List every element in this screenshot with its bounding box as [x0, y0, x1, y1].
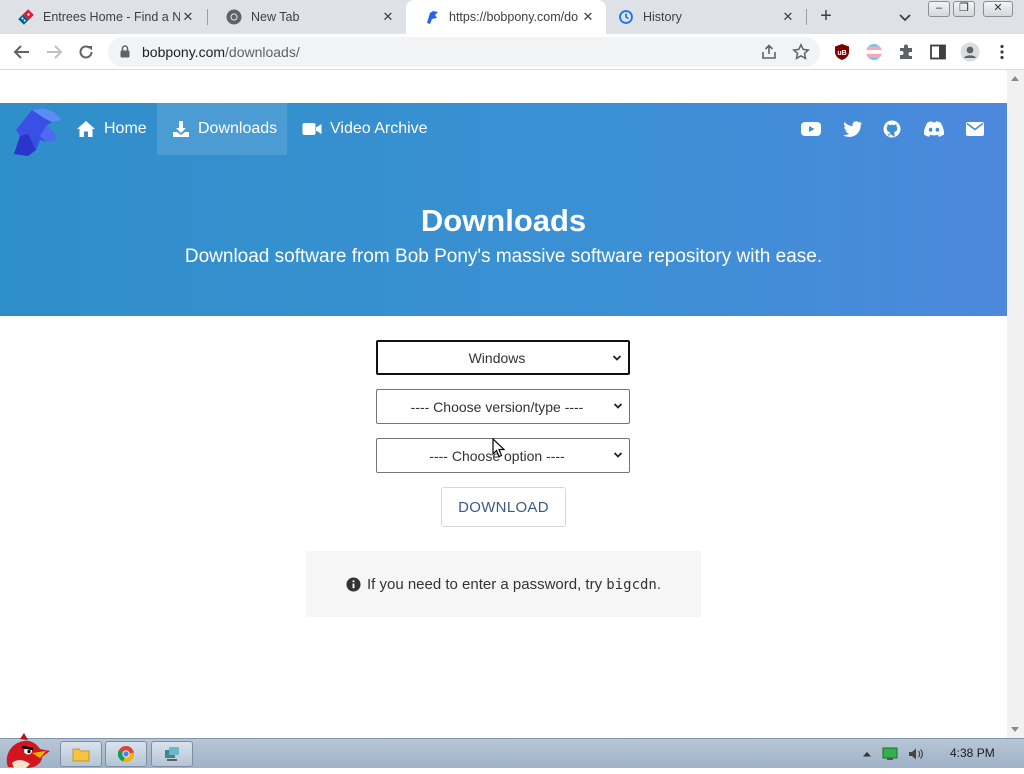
nav-video-archive[interactable]: Video Archive	[290, 103, 440, 155]
share-icon[interactable]	[760, 43, 778, 66]
extensions-puzzle-icon[interactable]	[896, 42, 916, 62]
tab-history[interactable]: History ✕	[600, 0, 806, 34]
url-text: bobpony.com/downloads/	[142, 44, 300, 60]
ublock-extension-icon[interactable]: uB	[832, 42, 852, 62]
volume-icon[interactable]	[908, 747, 924, 761]
bobpony-icon	[424, 9, 440, 25]
chrome-icon	[117, 746, 135, 762]
tab-title: History	[643, 10, 682, 24]
hero-banner: Home Downloads Video Archive Downloads D…	[0, 103, 1007, 316]
side-panel-icon[interactable]	[928, 42, 948, 62]
twitter-icon[interactable]	[841, 119, 863, 139]
angry-bird-icon	[6, 733, 50, 768]
dominos-icon	[18, 9, 34, 25]
tab-title: https://bobpony.com/do	[449, 10, 579, 24]
discord-icon[interactable]	[922, 119, 946, 139]
os-taskbar: 4:38 PM	[0, 733, 1024, 769]
taskbar-app-button[interactable]	[151, 741, 193, 767]
taskbar-clock[interactable]: 4:38 PM	[950, 746, 995, 760]
github-icon[interactable]	[881, 119, 903, 139]
tab-bobpony[interactable]: https://bobpony.com/do ✕	[406, 0, 606, 34]
home-icon	[77, 121, 95, 137]
new-tab-button[interactable]: +	[815, 6, 837, 28]
tab-title: Entrees Home - Find a Ne	[43, 10, 180, 24]
tab-search-chevron-icon[interactable]	[895, 7, 915, 27]
start-button[interactable]	[2, 731, 52, 769]
lock-icon[interactable]	[120, 45, 130, 63]
download-button[interactable]: DOWNLOAD	[441, 487, 566, 527]
close-tab-icon[interactable]: ✕	[380, 9, 396, 25]
close-tab-icon[interactable]: ✕	[180, 9, 196, 25]
address-bar[interactable]: bobpony.com/downloads/	[108, 37, 820, 67]
nav-home-label: Home	[104, 120, 147, 137]
password-code: bigcdn	[606, 576, 657, 593]
info-icon	[346, 576, 361, 592]
chevron-down-icon	[613, 403, 623, 409]
nav-downloads-label: Downloads	[198, 120, 278, 137]
tab-new-tab[interactable]: New Tab ✕	[208, 0, 406, 34]
bookmark-star-icon[interactable]	[792, 43, 810, 66]
youtube-icon[interactable]	[800, 119, 822, 139]
system-tray	[862, 739, 924, 769]
password-notice: If you need to enter a password, try big…	[306, 551, 701, 617]
chevron-down-icon	[613, 452, 623, 458]
tab-separator	[806, 9, 807, 25]
network-app-icon	[165, 747, 179, 761]
download-icon	[173, 121, 189, 137]
close-tab-icon[interactable]: ✕	[580, 9, 596, 25]
nav-downloads[interactable]: Downloads	[157, 103, 287, 155]
notice-text: If you need to enter a password, try	[366, 575, 603, 593]
version-select-value: ---- Choose version/type ----	[410, 398, 584, 415]
svg-text:uB: uB	[837, 50, 846, 57]
show-hidden-icons-icon[interactable]	[862, 750, 872, 758]
chevron-down-icon	[612, 355, 622, 361]
folder-icon	[72, 748, 90, 762]
close-window-button[interactable]: ✕	[983, 1, 1013, 17]
page-subtitle: Download software from Bob Pony's massiv…	[184, 246, 823, 267]
close-tab-icon[interactable]: ✕	[780, 9, 796, 25]
bobpony-logo[interactable]	[10, 106, 64, 158]
tab-entrees-home[interactable]: Entrees Home - Find a Ne ✕	[0, 0, 206, 34]
os-select-value: Windows	[468, 349, 526, 366]
taskbar-explorer-button[interactable]	[60, 741, 102, 767]
web-page: Home Downloads Video Archive Downloads D…	[0, 70, 1007, 738]
video-icon	[302, 123, 322, 135]
page-scrollbar[interactable]	[1007, 70, 1024, 738]
browser-tab-strip: Entrees Home - Find a Ne ✕ New Tab ✕ htt…	[0, 0, 1024, 34]
url-path: /downloads/	[225, 44, 300, 60]
tab-title: New Tab	[251, 10, 300, 24]
taskbar-chrome-button[interactable]	[105, 741, 147, 767]
restore-button[interactable]: ❐	[953, 1, 975, 17]
profile-avatar-icon[interactable]	[960, 42, 980, 62]
network-status-icon[interactable]	[882, 747, 898, 761]
browser-toolbar: bobpony.com/downloads/ uB	[0, 34, 1024, 70]
mouse-cursor-icon	[492, 438, 506, 458]
notice-end: .	[656, 575, 662, 593]
nav-home[interactable]: Home	[64, 103, 159, 155]
browser-menu-icon[interactable]	[992, 42, 1012, 62]
back-icon[interactable]	[12, 42, 32, 62]
scroll-down-icon[interactable]	[1011, 727, 1019, 732]
minimize-button[interactable]: ‒	[928, 1, 950, 17]
email-icon[interactable]	[964, 119, 986, 139]
version-select[interactable]: ---- Choose version/type ----	[376, 389, 630, 424]
history-icon	[618, 9, 634, 25]
chrome-icon	[226, 9, 242, 25]
reload-icon[interactable]	[76, 42, 96, 62]
pride-flag-extension-icon[interactable]	[864, 42, 884, 62]
nav-video-archive-label: Video Archive	[330, 120, 428, 137]
forward-icon[interactable]	[44, 42, 64, 62]
scroll-up-icon[interactable]	[1011, 76, 1019, 81]
url-host: bobpony.com	[142, 44, 226, 60]
site-navbar: Home Downloads Video Archive	[0, 103, 1007, 158]
page-title: Downloads	[420, 203, 587, 238]
os-select[interactable]: Windows	[376, 340, 630, 375]
